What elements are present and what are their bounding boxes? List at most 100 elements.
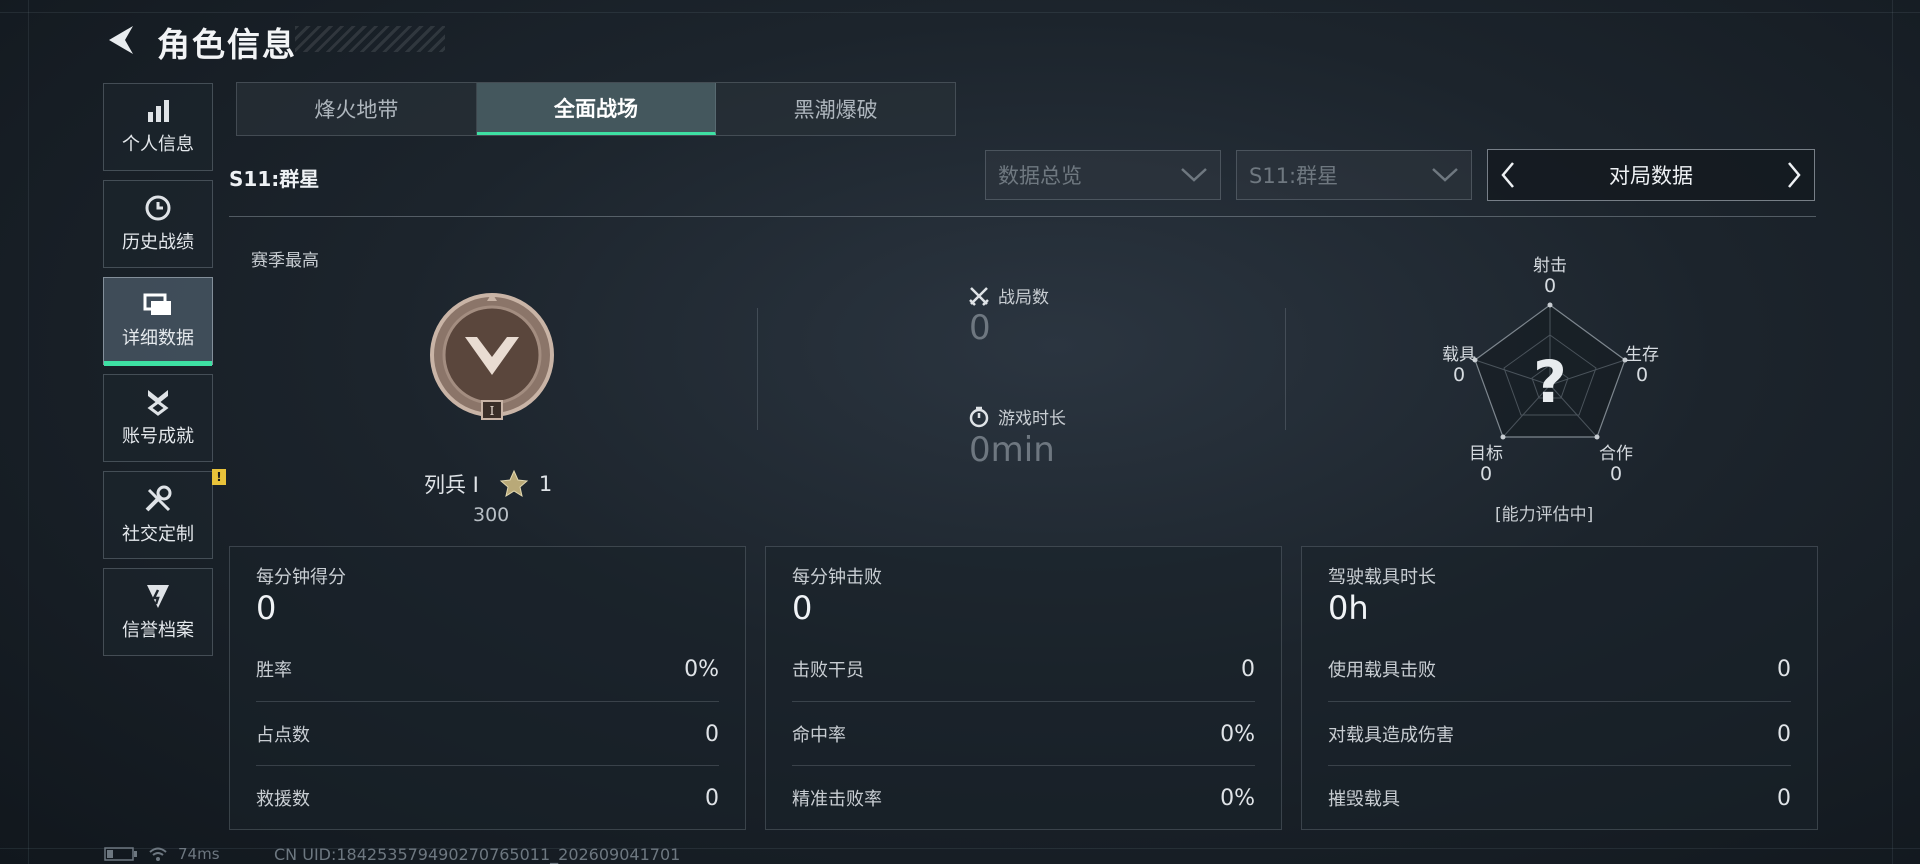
stat-row: 使用载具击败 0 [1328,637,1791,701]
chevron-left-icon [1501,162,1514,188]
season-dropdown[interactable]: S11:群星 [1236,150,1472,200]
stat-label: 命中率 [792,725,846,746]
stat-row: 摧毁载具 0 [1328,765,1791,830]
stat-label: 击败干员 [792,660,864,681]
decor-line [0,12,1920,13]
season-best-label: 赛季最高 [251,251,319,271]
stat-row: 占点数 0 [256,701,719,766]
stat-value: 0 [705,785,719,811]
divider [1285,308,1286,430]
sidebar-item-achievements[interactable]: 账号成就 [103,374,213,462]
crossed-swords-icon [969,286,989,306]
stat-label: 对载具造成伤害 [1328,725,1454,746]
sidebar-item-label: 详细数据 [122,328,194,349]
stat-value: 0 [1777,721,1791,747]
back-button[interactable] [100,18,140,62]
stat-row: 精准击败率 0% [792,765,1255,830]
tab-black-tide[interactable]: 黑潮爆破 [716,83,955,135]
sidebar-item-social-customize[interactable]: 社交定制 ! [103,469,226,559]
score-card: 每分钟得分 0 胜率 0% 占点数 0 救援数 0 [229,546,746,830]
axis-value: 0 [1609,463,1623,485]
card-value: 0 [792,589,813,627]
dropdown-value: 数据总览 [998,164,1082,188]
stat-value: 0% [1220,785,1255,811]
medal-icon [147,390,169,416]
stat-label: 占点数 [256,725,310,746]
stat-label: 使用载具击败 [1328,660,1436,681]
axis-label: 生存 [1625,345,1659,365]
radar-axis-shooting: 射击 0 [1532,256,1568,296]
stat-value: 0 [1777,785,1791,811]
wifi-icon [149,847,167,861]
radar-center-mark: ? [1533,348,1567,416]
back-arrow-icon [109,26,133,54]
sidebar-item-label: 个人信息 [122,134,194,155]
axis-value: 0 [1543,275,1557,297]
tools-icon [145,485,172,512]
sidebar-item-label: 信誉档案 [122,620,194,641]
rank-info: 列兵 I 1 [424,469,552,499]
stat-value: 0% [684,656,719,682]
sidebar-item-label: 历史战绩 [122,232,194,253]
matches-label: 战局数 [998,288,1049,308]
axis-label: 载具 [1442,345,1476,365]
chevron-right-icon [1788,162,1801,188]
rank-badge: I [427,291,557,421]
data-overview-dropdown[interactable]: 数据总览 [985,150,1221,200]
vehicle-card: 驾驶载具时长 0h 使用载具击败 0 对载具造成伤害 0 摧毁载具 0 [1301,546,1818,830]
stat-label: 摧毁载具 [1328,789,1400,810]
rank-points: 300 [473,504,510,526]
sidebar-item-credit-record[interactable]: 信誉档案 [103,568,213,656]
playtime-stat: 游戏时长 [968,404,1066,429]
sidebar-item-history[interactable]: 历史战绩 [103,180,213,268]
pager-label: 对局数据 [1609,164,1693,188]
dropdown-value: S11:群星 [1249,164,1339,188]
stat-row: 对载具造成伤害 0 [1328,701,1791,766]
chevron-down-icon [1181,168,1207,182]
ping-value: 74ms [178,845,220,863]
axis-value: 0 [1479,463,1493,485]
sidebar-item-detailed-data[interactable]: 详细数据 [103,277,213,366]
playtime-value: 0min [969,430,1055,470]
title-decoration [295,26,445,52]
stat-value: 0% [1220,721,1255,747]
decor-line [1892,0,1893,864]
axis-label: 合作 [1599,444,1633,464]
radar-axis-cooperation: 合作 0 [1596,444,1636,484]
axis-label: 射击 [1533,256,1567,276]
card-title: 每分钟击败 [792,567,882,588]
sidebar-item-personal-info[interactable]: 个人信息 [103,83,213,171]
axis-value: 0 [1635,364,1649,386]
season-label: S11:群星 [229,167,320,191]
stat-row: 救援数 0 [256,765,719,830]
tab-full-battlefield[interactable]: 全面战场 [476,83,717,135]
rank-name: 列兵 I [424,473,479,497]
stat-row: 命中率 0% [792,701,1255,766]
decor-line [28,0,29,864]
kills-card: 每分钟击败 0 击败干员 0 命中率 0% 精准击败率 0% [765,546,1282,830]
rank-stars: 1 [538,472,553,496]
tab-warzone[interactable]: 烽火地带 [237,83,477,135]
match-data-pager: 对局数据 [1487,149,1815,201]
warning-badge: ! [212,469,226,485]
axis-label: 目标 [1469,444,1503,464]
stopwatch-icon [969,406,989,427]
matches-value: 0 [969,308,991,348]
status-bar: 74ms [104,845,220,863]
stat-value: 0 [705,721,719,747]
stat-row: 击败干员 0 [792,637,1255,701]
clock-icon [145,195,171,221]
folders-icon [143,293,171,315]
axis-value: 0 [1452,364,1466,386]
stat-value: 0 [1777,656,1791,682]
pager-prev-button[interactable] [1488,150,1528,200]
stat-label: 精准击败率 [792,789,882,810]
card-value: 0h [1328,589,1369,627]
pager-next-button[interactable] [1774,150,1814,200]
rank-emblem-icon: I [430,293,554,420]
sidebar-item-label: 账号成就 [122,426,194,447]
stat-label: 胜率 [256,660,292,681]
shield-icon [147,585,169,608]
radar-caption: [能力评估中] [1495,505,1594,525]
page-title: 角色信息 [157,25,297,64]
